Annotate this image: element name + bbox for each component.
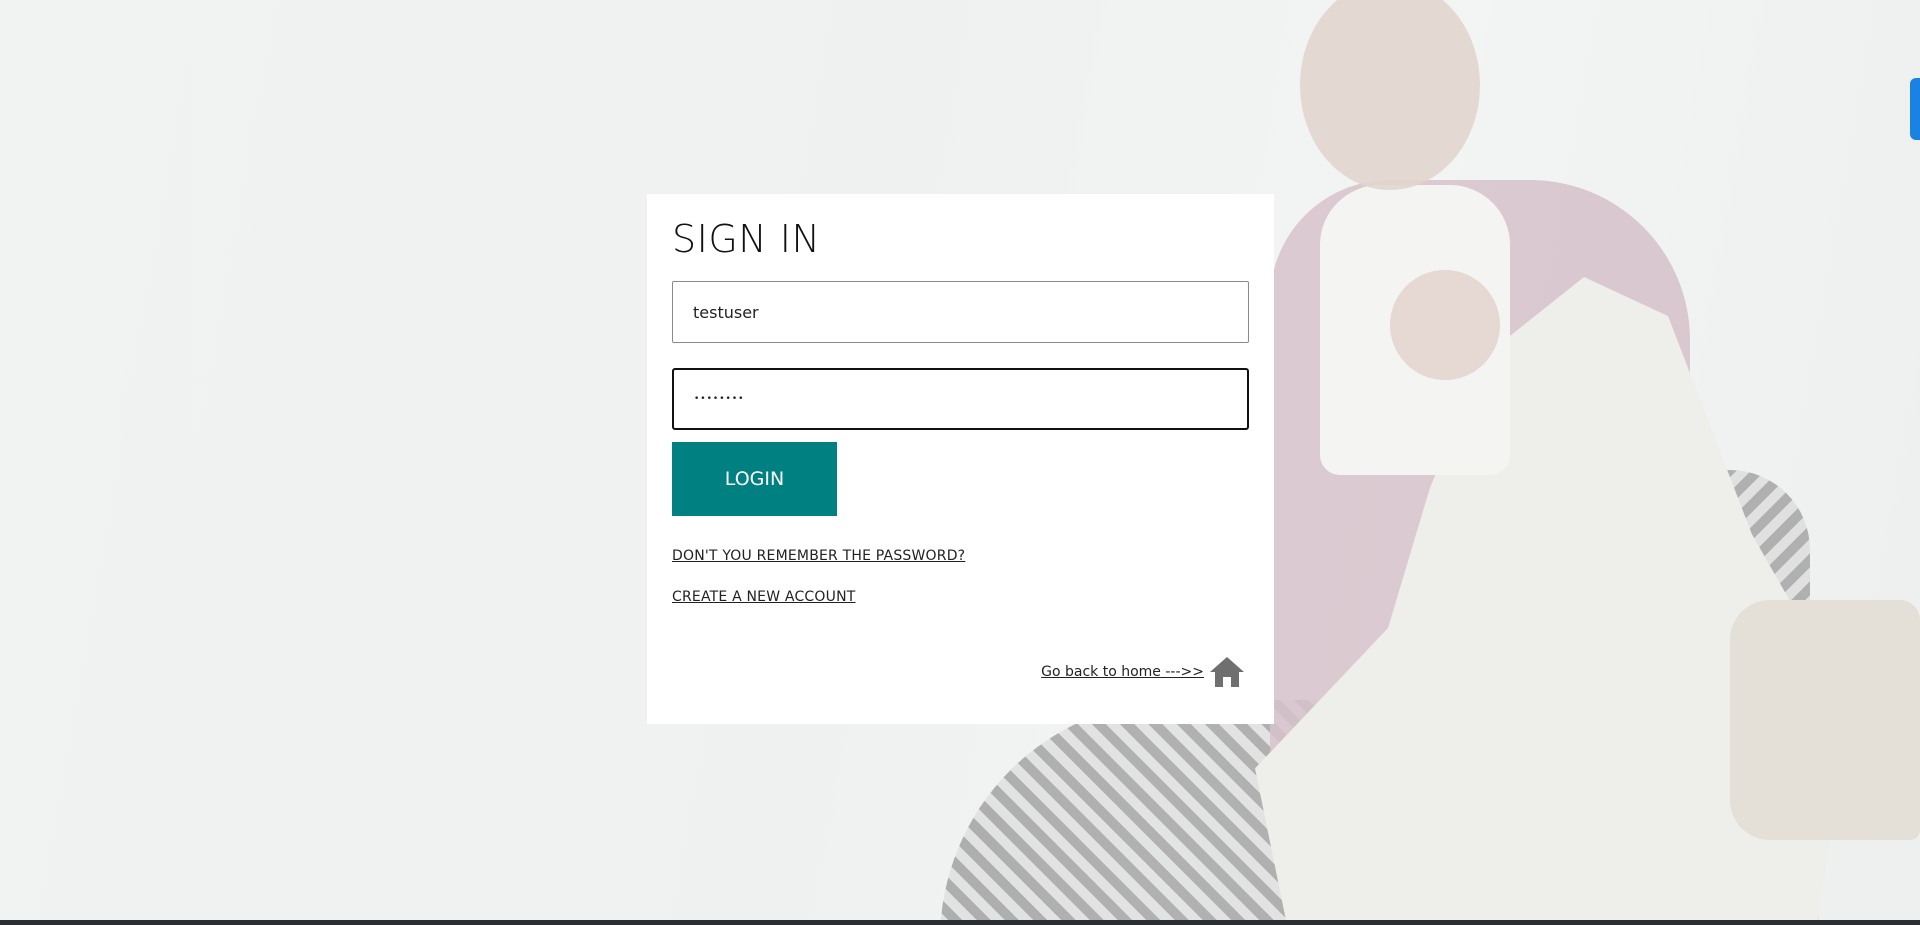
home-row: Go back to home --->> — [1041, 655, 1246, 689]
bottom-bar — [0, 920, 1920, 925]
login-card: SIGN IN LOGIN DON'T YOU REMEMBER THE PAS… — [647, 194, 1274, 724]
home-icon[interactable] — [1208, 655, 1246, 689]
page-title: SIGN IN — [672, 217, 821, 261]
login-page: SIGN IN LOGIN DON'T YOU REMEMBER THE PAS… — [0, 0, 1920, 925]
side-tab-button[interactable] — [1910, 78, 1920, 140]
go-home-link[interactable]: Go back to home --->> — [1041, 664, 1204, 680]
login-button[interactable]: LOGIN — [672, 442, 837, 516]
password-input[interactable] — [672, 368, 1249, 430]
create-account-link[interactable]: CREATE A NEW ACCOUNT — [672, 589, 1249, 605]
username-input[interactable] — [672, 281, 1249, 343]
forgot-password-link[interactable]: DON'T YOU REMEMBER THE PASSWORD? — [672, 548, 1249, 564]
